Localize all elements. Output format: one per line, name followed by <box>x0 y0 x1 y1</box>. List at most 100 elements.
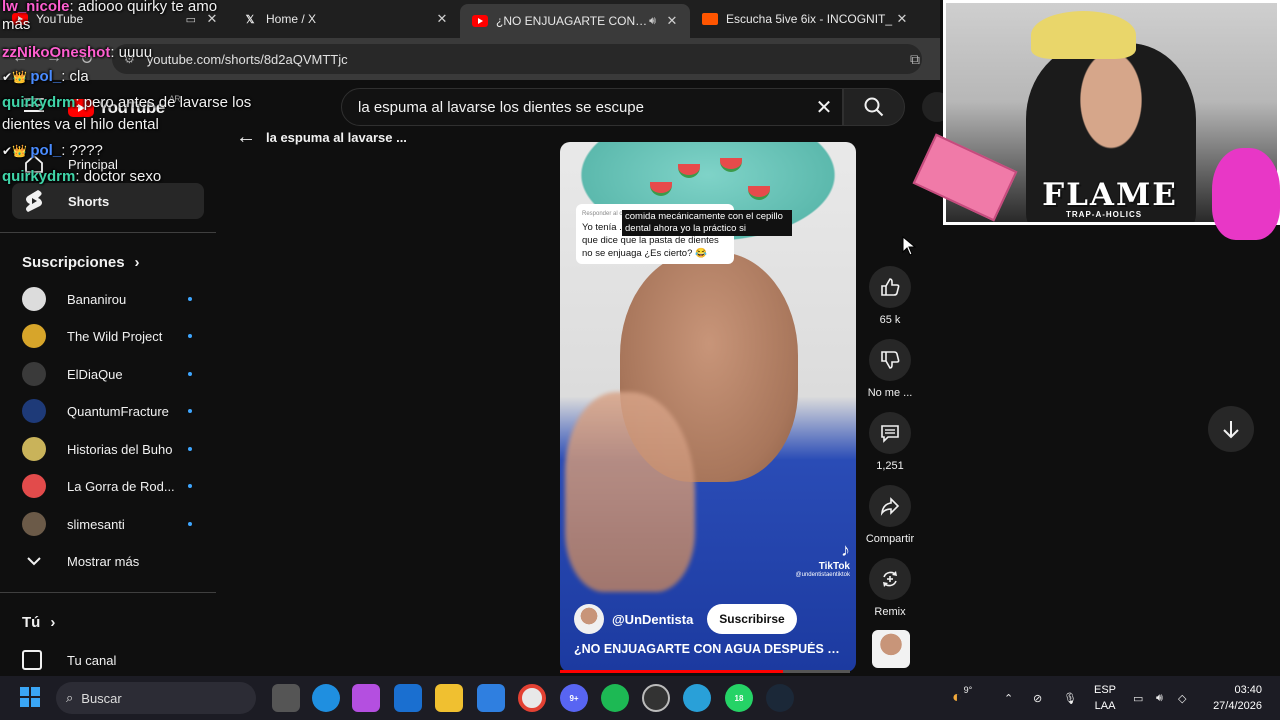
search-icon: ⌕ <box>66 690 74 705</box>
copilot-icon[interactable] <box>352 684 380 712</box>
short-video-player[interactable]: Responder al comentario de Yo tenía ... … <box>560 142 856 672</box>
show-more-button[interactable]: Mostrar más <box>22 544 192 578</box>
sidebar-item-subscription[interactable]: La Gorra de Rod... <box>22 469 192 503</box>
clock-time: 03:40 <box>1234 684 1262 696</box>
short-channel-row: @UnDentista Suscribirse <box>574 604 797 634</box>
edge-icon[interactable] <box>312 684 340 712</box>
install-app-icon[interactable]: ⧉ <box>910 51 920 68</box>
chat-username: quirkydrm <box>2 94 76 111</box>
search-button[interactable] <box>843 88 905 126</box>
volume-icon[interactable]: 🔊︎ <box>1156 676 1163 720</box>
sidebar-item-subscription[interactable]: Bananirou <box>22 282 192 316</box>
show-more-label: Mostrar más <box>67 553 140 569</box>
sound-source-thumbnail[interactable] <box>872 630 910 668</box>
short-title[interactable]: ¿NO ENJUAGARTE CON AGUA DESPUÉS DE... <box>574 642 844 656</box>
language-indicator[interactable]: ESP LAA <box>1094 682 1116 714</box>
channel-icon <box>22 650 42 670</box>
channel-avatar[interactable] <box>574 604 604 634</box>
you-title: Tú <box>22 614 41 631</box>
task-view-icon[interactable] <box>272 684 300 712</box>
close-tab-icon[interactable]: ✕ <box>894 11 910 27</box>
sidebar-item-subscription[interactable]: ElDiaQue <box>22 357 192 391</box>
browser-tab-x[interactable]: 𝕏 Home / X ✕ <box>230 0 460 38</box>
back-label: la espuma al lavarse ... <box>266 130 407 145</box>
buddha-sticker <box>1212 148 1280 240</box>
obs-icon[interactable] <box>642 684 670 712</box>
spotify-icon[interactable] <box>601 684 629 712</box>
chat-text: : ???? <box>61 142 103 159</box>
search-input[interactable]: la espuma al lavarse los dientes se escu… <box>341 88 843 126</box>
remix-button[interactable]: Remix <box>862 558 918 618</box>
subscription-name: Historias del Buho <box>67 441 173 457</box>
share-icon <box>869 485 911 527</box>
tiktok-icon: ♪ <box>841 540 850 560</box>
next-short-button[interactable] <box>1208 406 1254 452</box>
sidebar-item-subscription[interactable]: QuantumFracture <box>22 394 192 428</box>
sidebar-item-subscription[interactable]: Historias del Buho <box>22 432 192 466</box>
chat-username: quirkydrm <box>2 168 76 185</box>
chat-text: : pero antes de lavarse los <box>75 94 252 111</box>
store-icon[interactable] <box>477 684 505 712</box>
chat-username: zzNikoOneshot <box>2 44 111 61</box>
windows-start-icon[interactable] <box>20 687 40 707</box>
your-channel-label: Tu canal <box>67 652 117 668</box>
speaker-icon[interactable]: 🔊︎ <box>649 15 656 28</box>
sidebar-item-subscription[interactable]: The Wild Project <box>22 319 192 353</box>
battery-icon[interactable]: ◇ <box>1178 676 1186 720</box>
subscription-name: QuantumFracture <box>67 403 169 419</box>
subscriptions-heading[interactable]: Suscripciones › <box>22 254 140 271</box>
remix-icon <box>869 558 911 600</box>
comments-button[interactable]: 1,251 <box>862 412 918 472</box>
search-query: la espuma al lavarse los dientes se escu… <box>358 98 644 116</box>
sidebar-item-your-channel[interactable]: Tu canal <box>22 643 192 677</box>
avatar <box>22 324 46 348</box>
share-button[interactable]: Compartir <box>862 485 918 545</box>
sidebar-item-label: Shorts <box>68 193 110 209</box>
clock-date: 27/4/2026 <box>1213 700 1262 712</box>
chat-text: más <box>2 16 31 33</box>
screen: YouTube ▭ ✕ 𝕏 Home / X ✕ ¿NO ENJUAGARTE … <box>0 0 1280 720</box>
new-content-dot <box>188 372 192 376</box>
microphone-icon[interactable]: 🎙︎ <box>1063 676 1077 720</box>
subscribe-button[interactable]: Suscribirse <box>707 604 797 634</box>
browser-tab-active-short[interactable]: ¿NO ENJUAGARTE CON AG 🔊︎ ✕ <box>460 4 690 38</box>
video-progress-bar[interactable] <box>560 670 850 673</box>
chrome-icon[interactable] <box>518 684 546 712</box>
new-content-dot <box>188 484 192 488</box>
file-explorer-icon[interactable] <box>435 684 463 712</box>
clear-search-icon[interactable]: ✕ <box>810 93 838 121</box>
weather-icon: ◐ <box>952 689 962 706</box>
caption-overlay: comida mecánicamente con el cepillo dent… <box>622 210 792 236</box>
streamer-cap <box>1031 11 1136 59</box>
chat-username: pol_ <box>30 142 62 159</box>
channel-name[interactable]: @UnDentista <box>612 612 693 627</box>
share-label: Compartir <box>865 533 915 545</box>
new-content-dot <box>188 297 192 301</box>
browser-tab-soundcloud[interactable]: Escucha 5ive 6ix - INCOGNIT_ ✕ <box>690 0 920 38</box>
discord-icon[interactable]: 9+ <box>560 684 588 712</box>
network-icon[interactable]: ▭ <box>1133 676 1143 720</box>
show-hidden-icons[interactable]: ⌃ <box>1004 676 1013 720</box>
whatsapp-icon[interactable]: 18 <box>725 684 753 712</box>
address-bar[interactable]: ⚙ youtube.com/shorts/8d2aQVMTTjc ⧉ <box>112 44 922 74</box>
like-button[interactable]: 65 k <box>862 266 918 326</box>
steam-icon[interactable] <box>766 684 794 712</box>
mute-icon[interactable]: ⊘ <box>1033 676 1042 720</box>
close-tab-icon[interactable]: ✕ <box>434 11 450 27</box>
back-to-results[interactable]: ← la espuma al lavarse ... <box>236 126 407 149</box>
taskbar-clock[interactable]: 03:40 27/4/2026 <box>1208 682 1262 714</box>
you-heading[interactable]: Tú › <box>22 614 55 631</box>
sidebar-item-subscription[interactable]: slimesanti <box>22 507 192 541</box>
dislike-button[interactable]: No me ... <box>862 339 918 399</box>
url-text: youtube.com/shorts/8d2aQVMTTjc <box>146 51 348 67</box>
taskbar-search[interactable]: ⌕ Buscar <box>56 682 256 714</box>
chat-message: lw_nicole: adiooo quirky te amo <box>2 0 217 19</box>
weather-widget[interactable]: ◐ 9° <box>952 676 972 720</box>
subscription-name: La Gorra de Rod... <box>67 478 175 494</box>
dislike-label: No me ... <box>867 387 913 399</box>
app-icon[interactable] <box>683 684 711 712</box>
outlook-icon[interactable] <box>394 684 422 712</box>
chat-badges-icon: ✔👑 <box>2 144 31 158</box>
avatar <box>22 399 46 423</box>
close-tab-icon[interactable]: ✕ <box>664 13 680 29</box>
